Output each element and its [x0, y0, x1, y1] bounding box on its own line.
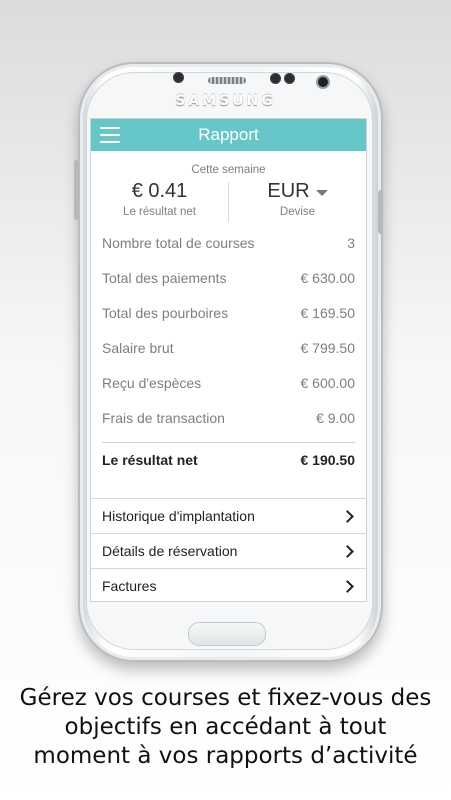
caret-down-icon [315, 189, 328, 196]
caption-line-2: objectifs en accédant à tout [64, 714, 387, 740]
row-value: 3 [347, 235, 355, 251]
row-value: € 600.00 [300, 375, 356, 391]
net-value: € 0.41 [131, 180, 188, 202]
caption-line-1: Gérez vos courses et fixez-vous des [19, 685, 432, 711]
light-sensor [173, 72, 184, 83]
report-row-cash: Reçu d'espèces € 600.00 [102, 372, 355, 407]
link-label: Détails de réservation [102, 543, 238, 559]
report-row-gross: Salaire brut € 799.50 [102, 337, 355, 372]
link-label: Historique d'implantation [102, 508, 255, 524]
chevron-right-icon [341, 509, 354, 523]
app-screen: Rapport Cette semaine € 0.41 Le résultat… [90, 118, 367, 602]
row-value: € 630.00 [300, 270, 356, 286]
currency-value: EUR [267, 180, 310, 202]
net-label: Le résultat net [123, 206, 196, 218]
summary-panel: € 0.41 Le résultat net EUR Devise [91, 180, 366, 224]
total-label: Le résultat net [102, 452, 198, 468]
report-row-net-total: Le résultat net € 190.50 [102, 442, 355, 478]
report-table: Nombre total de courses 3 Total des paie… [102, 232, 355, 478]
row-label: Nombre total de courses [102, 235, 255, 251]
power-button [378, 190, 383, 234]
currency-label: Devise [279, 206, 316, 218]
net-summary: € 0.41 Le résultat net [91, 180, 228, 224]
caption-line-3: moment à vos rapports d’activité [33, 743, 418, 769]
row-label: Reçu d'espèces [102, 375, 202, 391]
period-label: Cette semaine [191, 164, 266, 176]
row-label: Salaire brut [102, 340, 174, 356]
row-value: € 9.00 [316, 410, 355, 426]
link-label: Factures [102, 578, 157, 594]
device-brand-logo: SAMSUNG [175, 93, 276, 109]
proximity-sensor-1 [270, 73, 281, 84]
report-row-tips: Total des pourboires € 169.50 [102, 302, 355, 337]
home-button [188, 622, 266, 646]
earpiece-speaker [208, 77, 246, 84]
report-row-courses: Nombre total de courses 3 [102, 232, 355, 267]
total-value: € 190.50 [300, 452, 356, 468]
row-label: Total des pourboires [102, 305, 229, 321]
volume-button [74, 160, 79, 220]
row-label: Frais de transaction [102, 410, 225, 426]
proximity-sensor-2 [284, 73, 295, 84]
front-camera [318, 77, 328, 87]
page-title: Rapport [198, 125, 259, 144]
currency-summary: EUR Devise [229, 180, 366, 224]
report-row-fees: Frais de transaction € 9.00 [102, 407, 355, 442]
promo-caption: Gérez vos courses et fixez-vous des obje… [0, 684, 451, 771]
link-history[interactable]: Historique d'implantation [91, 499, 366, 534]
link-invoices[interactable]: Factures [91, 569, 366, 601]
report-row-payments: Total des paiements € 630.00 [102, 267, 355, 302]
link-booking-details[interactable]: Détails de réservation [91, 534, 366, 569]
row-value: € 169.50 [300, 305, 356, 321]
row-label: Total des paiements [102, 270, 227, 286]
chevron-right-icon [341, 579, 354, 593]
chevron-right-icon [341, 544, 354, 558]
currency-select[interactable]: EUR [267, 180, 328, 203]
app-bar: Rapport [91, 119, 366, 151]
report-links: Historique d'implantation Détails de rés… [91, 498, 366, 601]
row-value: € 799.50 [300, 340, 356, 356]
